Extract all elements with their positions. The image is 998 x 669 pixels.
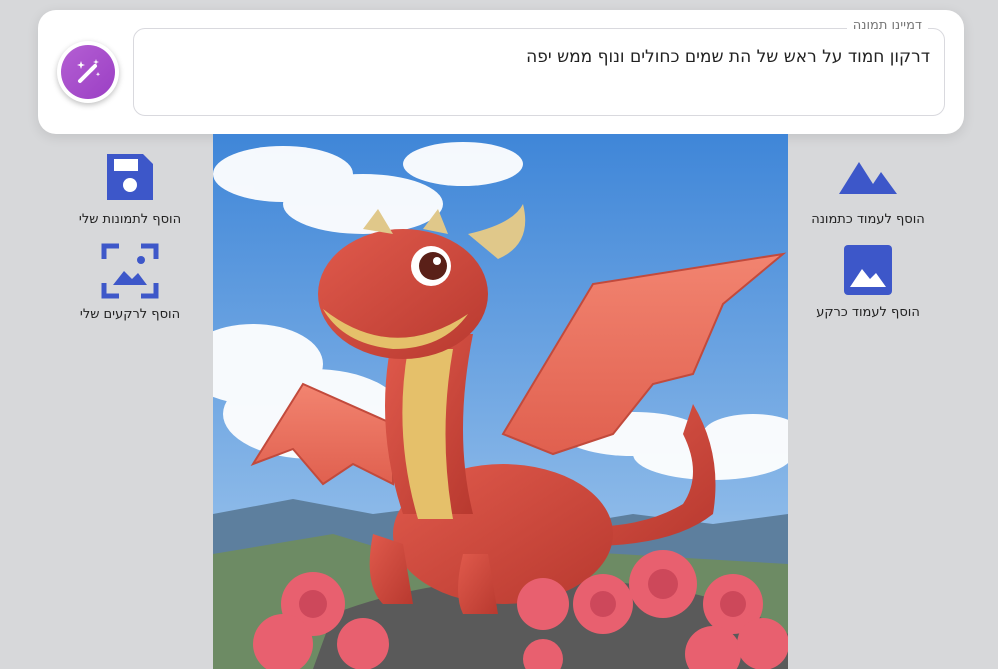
wallpaper-icon xyxy=(101,243,159,299)
add-to-page-as-image-button[interactable]: הוסף לעמוד כתמונה xyxy=(798,150,938,227)
add-to-page-as-background-label: הוסף לעמוד כרקע xyxy=(816,305,920,320)
add-to-page-as-image-label: הוסף לעמוד כתמונה xyxy=(811,212,925,227)
prompt-field-label: דמיינו תמונה xyxy=(846,18,928,33)
magic-wand-icon xyxy=(61,45,115,99)
prompt-card: דמיינו תמונה דרקון חמוד על ראש של הת שמי… xyxy=(38,10,964,134)
generated-image xyxy=(213,134,788,669)
save-icon xyxy=(107,154,153,200)
add-to-my-images-label: הוסף לתמונות שלי xyxy=(78,212,182,227)
add-to-my-backgrounds-label: הוסף לרקעים שלי xyxy=(79,307,181,322)
add-to-page-as-background-button[interactable]: הוסף לעמוד כרקע xyxy=(798,243,938,320)
mountains-icon xyxy=(839,162,897,194)
prompt-field[interactable]: דמיינו תמונה דרקון חמוד על ראש של הת שמי… xyxy=(133,18,945,116)
add-to-my-backgrounds-button[interactable]: הוסף לרקעים שלי xyxy=(60,243,200,322)
prompt-input[interactable]: דרקון חמוד על ראש של הת שמים כחולים ונוף… xyxy=(148,47,930,67)
landscape-icon xyxy=(844,245,892,295)
generate-button[interactable] xyxy=(57,41,119,103)
add-to-my-images-button[interactable]: הוסף לתמונות שלי xyxy=(60,150,200,227)
